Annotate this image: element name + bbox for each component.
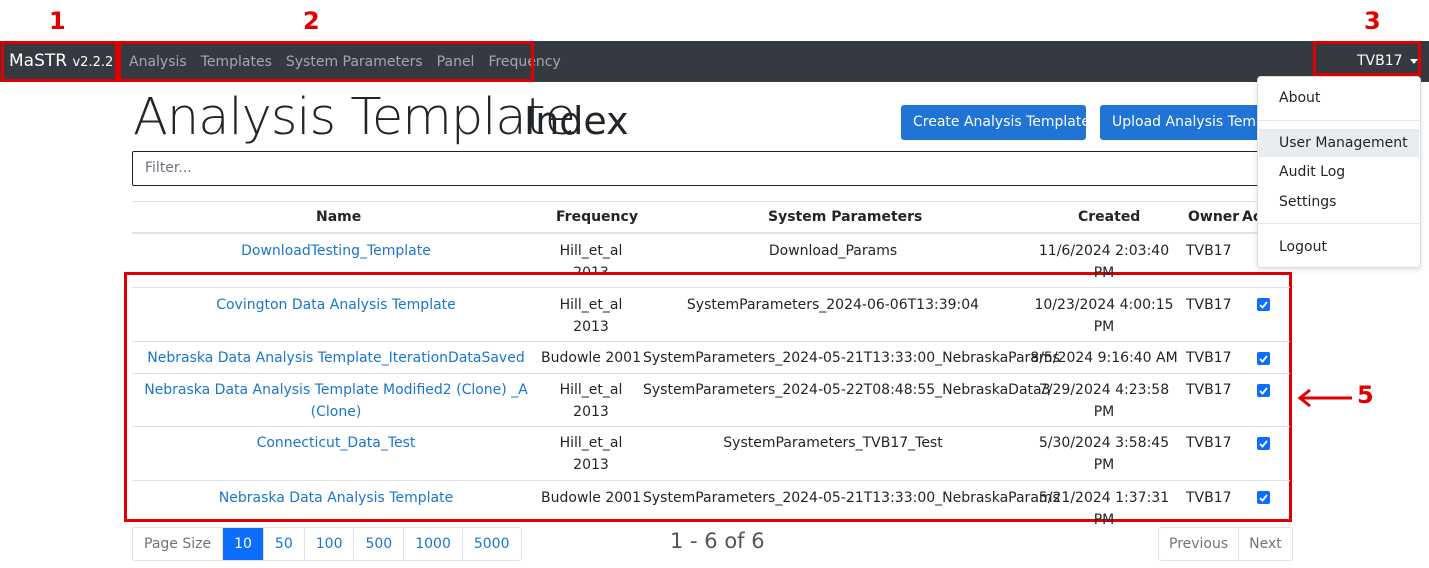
top-navbar: MaSTR v2.2.2 Analysis Templates System P… [0,41,1429,82]
row-frequency-line2: 2013 [573,404,609,420]
col-header-owner[interactable]: Owner [1188,209,1239,225]
active-checkbox[interactable] [1257,491,1270,504]
nav-templates[interactable]: Templates [201,54,272,70]
row-divider [132,341,1290,342]
row-system-parameters: SystemParameters_TVB17_Test [723,435,943,451]
row-created: 5/30/2024 3:58:45 PM [1038,435,1170,473]
page-size-500[interactable]: 500 [353,528,403,560]
page-size-label: Page Size [144,536,212,552]
row-system-parameters: SystemParameters_2024-05-22T08:48:55_Neb… [643,382,1051,398]
row-frequency: Hill_et_al [559,297,623,313]
page-size-50[interactable]: 50 [262,528,304,560]
row-frequency: Hill_et_al [559,382,623,398]
brand-logo[interactable]: MaSTR v2.2.2 [9,41,113,82]
row-owner: TVB17 [1186,297,1232,313]
nav-panel[interactable]: Panel [437,54,475,70]
user-dropdown-menu: About User Management Audit Log Settings… [1257,76,1421,268]
row-created: 10/23/2024 4:00:15 [1034,297,1174,313]
row-name-link-line2[interactable]: (Clone) [136,401,536,423]
check-icon [1259,355,1268,363]
row-frequency-line2: 2013 [541,262,641,272]
page-title-suffix: Index [524,99,629,143]
row-name-link[interactable]: DownloadTesting_Template [136,240,536,262]
row-created: 8/5/2024 9:16:40 AM [1030,350,1178,366]
row-owner: TVB17 [1186,490,1232,506]
row-created: 11/6/2024 2:03:40 PM [1038,243,1170,281]
row-system-parameters: SystemParameters_2024-05-21T13:33:00_Neb… [643,490,1060,506]
row-divider [132,480,1290,481]
page-size-10[interactable]: 10 [222,528,263,560]
nav-frequency[interactable]: Frequency [488,54,560,70]
row-name-link[interactable]: Nebraska Data Analysis Template_Iteratio… [136,347,536,369]
row-owner: TVB17 [1186,435,1232,451]
menu-item-logout[interactable]: Logout [1259,233,1419,261]
check-icon [1259,387,1268,395]
main-nav: Analysis Templates System Parameters Pan… [129,41,575,82]
annotation-arrow-5 [1297,388,1352,408]
annotation-5: 5 [1357,381,1374,409]
menu-item-settings[interactable]: Settings [1259,188,1419,216]
row-name-link[interactable]: Covington Data Analysis Template [136,294,536,316]
row-name-link[interactable]: Nebraska Data Analysis Template Modified… [136,379,536,401]
app-version: v2.2.2 [72,55,114,70]
row-frequency: Hill_et_al [559,435,623,451]
row-name-link[interactable]: Nebraska Data Analysis Template [136,487,536,509]
active-checkbox[interactable] [1257,298,1270,311]
row-name-link[interactable]: Connecticut_Data_Test [136,432,536,454]
row-divider [132,287,1290,288]
menu-item-about[interactable]: About [1259,84,1419,112]
row-owner: TVB17 [1186,382,1232,398]
active-checkbox[interactable] [1257,352,1270,365]
row-system-parameters: Download_Params [768,243,898,259]
page-navigation: Previous Next [1158,527,1293,561]
nav-analysis[interactable]: Analysis [129,54,187,70]
user-name: TVB17 [1357,53,1403,69]
page-title: Analysis Template [133,88,576,147]
menu-item-audit-log[interactable]: Audit Log [1259,158,1419,186]
check-icon [1259,301,1268,309]
create-analysis-template-button[interactable]: Create Analysis Template [901,105,1086,140]
menu-divider [1258,223,1420,224]
row-created: 7/29/2024 4:23:58 PM [1038,382,1170,420]
col-header-name[interactable]: Name [316,209,361,225]
caret-down-icon [1409,58,1418,64]
col-header-system-parameters[interactable]: System Parameters [768,209,922,225]
upload-analysis-template-button[interactable]: Upload Analysis Template [1100,105,1260,140]
previous-page-button[interactable]: Previous [1159,528,1238,560]
row-owner: TVB17 [1186,350,1232,366]
record-count: 1 - 6 of 6 [670,529,765,553]
filter-input[interactable]: Filter... [132,151,1272,186]
page-size-1000[interactable]: 1000 [403,528,462,560]
active-checkbox[interactable] [1257,384,1270,397]
nav-system-parameters[interactable]: System Parameters [286,54,423,70]
annotation-3: 3 [1364,7,1381,35]
row-created: 5/21/2024 1:37:31 PM [1038,490,1170,528]
col-header-frequency[interactable]: Frequency [556,209,638,225]
row-frequency: Budowle 2001 [541,490,641,506]
row-system-parameters: SystemParameters_2024-05-21T13:33:00_Neb… [643,350,1060,366]
page-size-selector: Page Size 10 50 100 500 1000 5000 [132,527,522,561]
row-owner: TVB17 [1186,243,1232,259]
row-divider [132,373,1290,374]
check-icon [1259,440,1268,448]
page-size-5000[interactable]: 5000 [461,528,521,560]
check-icon [1259,494,1268,502]
annotation-2: 2 [303,7,320,35]
row-frequency: Hill_et_al [559,243,623,259]
menu-item-user-management[interactable]: User Management [1259,129,1419,157]
next-page-button[interactable]: Next [1238,528,1292,560]
menu-divider [1258,120,1420,121]
row-frequency-line2: 2013 [573,319,609,335]
row-divider [132,426,1290,427]
col-header-created[interactable]: Created [1078,209,1140,225]
annotation-1: 1 [49,7,66,35]
active-checkbox[interactable] [1257,437,1270,450]
row-created-line2: PM [1093,319,1115,335]
page-size-100[interactable]: 100 [303,528,354,560]
row-system-parameters: SystemParameters_2024-06-06T13:39:04 [686,297,980,313]
brand-name: MaSTR [9,51,68,71]
row-frequency-line2: 2013 [573,457,609,473]
row-frequency: Budowle 2001 [541,350,641,366]
